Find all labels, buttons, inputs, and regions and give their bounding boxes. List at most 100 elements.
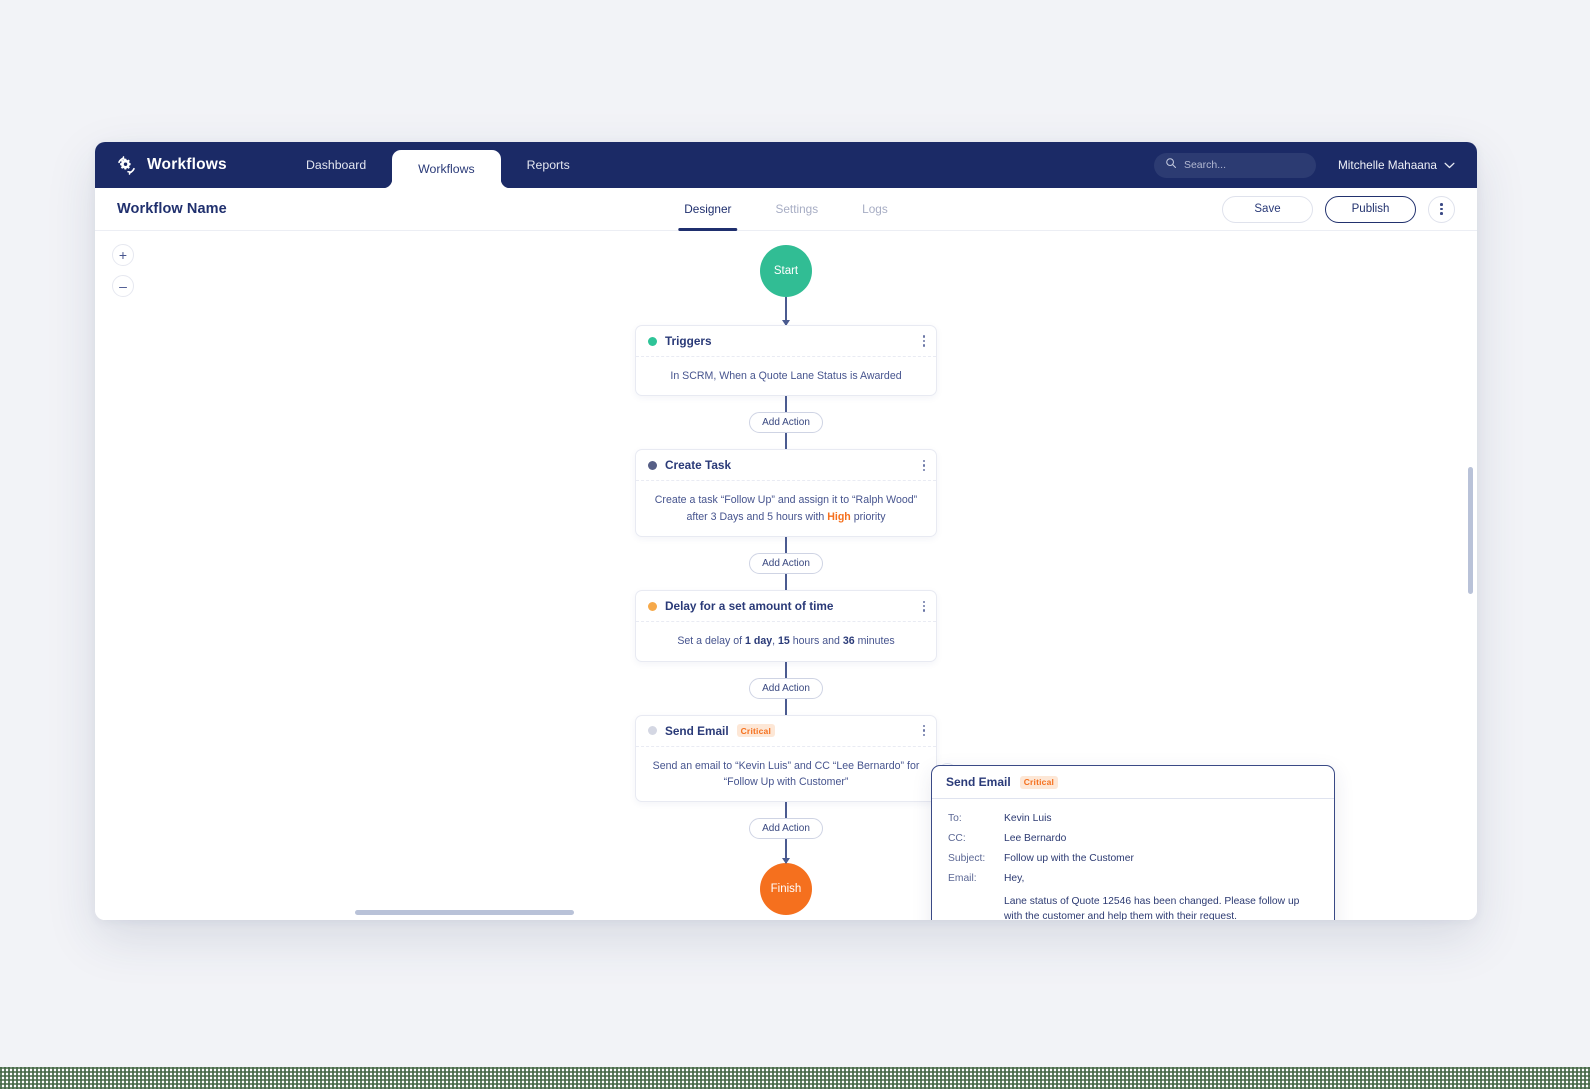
detail-value-cc: Lee Bernardo — [1004, 832, 1067, 844]
page-title: Workflow Name — [117, 201, 227, 217]
node-card-create-task[interactable]: Create Task Create a task “Follow Up” an… — [635, 449, 937, 538]
add-action-button-2[interactable]: Add Action — [749, 553, 823, 575]
connector-delay-to-add-3 — [785, 661, 787, 678]
save-button[interactable]: Save — [1222, 195, 1313, 223]
nav-tab-dashboard[interactable]: Dashboard — [280, 142, 392, 188]
card-body-send-email: Send an email to “Kevin Luis” and CC “Le… — [636, 747, 936, 802]
create-task-priority: High — [827, 510, 851, 523]
tab-settings[interactable]: Settings — [753, 188, 840, 231]
topbar-right: Mitchelle Mahaana — [1153, 152, 1477, 178]
status-dot-create-task — [648, 460, 657, 470]
delay-minutes: 36 — [842, 635, 855, 648]
toolbar-overflow-button[interactable] — [1428, 195, 1455, 223]
finish-node[interactable]: Finish — [760, 863, 812, 916]
delay-hours: 15 — [778, 635, 790, 648]
nav-tab-workflows[interactable]: Workflows — [392, 150, 501, 188]
connector-triggers-to-add-1 — [785, 396, 787, 413]
search-input[interactable] — [1183, 159, 1305, 171]
card-title-triggers: Triggers — [665, 334, 712, 348]
card-overflow-send-email[interactable] — [922, 725, 925, 737]
nav-tab-reports[interactable]: Reports — [501, 142, 596, 188]
top-navigation-bar: Workflows Dashboard Workflows Reports Se… — [95, 142, 1477, 188]
workflow-toolbar: Workflow Name Designer Settings Logs Sav… — [95, 188, 1477, 231]
add-action-button-3[interactable]: Add Action — [749, 677, 823, 699]
page-root: Workflows Dashboard Workflows Reports Se… — [0, 0, 1590, 1089]
card-header: Triggers — [636, 326, 936, 357]
card-title-create-task: Create Task — [665, 458, 732, 473]
vertical-kebab-icon — [1440, 202, 1443, 216]
status-dot-send-email — [648, 726, 657, 736]
user-menu[interactable]: Mitchelle Mahaana — [1338, 158, 1455, 172]
card-overflow-create-task[interactable] — [922, 459, 925, 471]
connector-add-1-to-create-task — [785, 433, 787, 450]
detail-row-subject: Subject: Follow up with the Customer — [948, 851, 1318, 867]
zoom-in-button[interactable]: + — [112, 244, 134, 266]
detail-popup-body: To: Kevin Luis CC: Lee Bernardo Subject:… — [932, 799, 1334, 920]
send-email-line-2: “Follow Up with Customer” — [723, 776, 849, 789]
detail-popup-title: Send Email — [946, 775, 1011, 789]
status-badge-critical: Critical — [736, 724, 776, 738]
delay-mid-2: hours and — [789, 635, 843, 648]
create-task-line-1: Create a task “Follow Up” and assign it … — [654, 494, 918, 507]
detail-label-to: To: — [948, 813, 962, 824]
connector-send-email-to-add-4 — [785, 802, 787, 819]
zoom-controls: + – — [112, 244, 134, 297]
workflow-flow: Start Triggers In SCRM, When a Quote Lan… — [635, 245, 957, 916]
detail-row-cc: CC: Lee Bernardo — [948, 831, 1318, 847]
tab-logs[interactable]: Logs — [840, 188, 910, 231]
start-node[interactable]: Start — [760, 245, 812, 297]
zoom-out-button[interactable]: – — [112, 275, 134, 297]
workflow-tabs: Designer Settings Logs — [662, 188, 909, 231]
search-box[interactable] — [1153, 152, 1316, 178]
add-action-button-1[interactable]: Add Action — [749, 412, 823, 434]
detail-email-paragraph: Lane status of Quote 12546 has been chan… — [1004, 895, 1300, 920]
search-icon — [1165, 156, 1177, 174]
detail-value-to: Kevin Luis — [1004, 813, 1052, 824]
status-dot-delay — [648, 601, 657, 611]
tab-designer[interactable]: Designer — [662, 188, 753, 231]
status-dot-triggers — [648, 336, 657, 346]
card-title-send-email: Send Email — [665, 723, 729, 738]
send-email-detail-popup[interactable]: Send Email Critical To: Kevin Luis CC: L… — [931, 765, 1335, 920]
send-email-line-1: Send an email to “Kevin Luis” and CC “Le… — [652, 759, 920, 772]
card-overflow-delay[interactable] — [922, 600, 925, 612]
detail-label-cc: CC: — [948, 832, 966, 844]
gear-refresh-icon — [115, 154, 138, 177]
connector-add-3-to-send-email — [785, 698, 787, 715]
detail-label-email: Email: — [948, 872, 977, 884]
card-header: Send Email Critical — [636, 716, 936, 747]
connector-add-2-to-delay — [785, 574, 787, 591]
user-name: Mitchelle Mahaana — [1337, 158, 1437, 172]
node-card-delay[interactable]: Delay for a set amount of time Set a del… — [635, 590, 937, 662]
detail-popup-header: Send Email Critical — [932, 766, 1334, 799]
detail-row-email: Email: Hey, — [948, 871, 1318, 887]
card-body-delay: Set a delay of 1 day, 15 hours and 36 mi… — [636, 622, 936, 660]
bottom-dither-band — [0, 1067, 1590, 1089]
detail-popup-badge: Critical — [1019, 775, 1059, 789]
detail-label-subject: Subject: — [948, 852, 986, 864]
delay-days: 1 day — [745, 635, 773, 648]
create-task-line-2-post: priority — [850, 510, 886, 523]
card-overflow-triggers[interactable] — [922, 335, 925, 347]
card-body-create-task: Create a task “Follow Up” and assign it … — [636, 481, 936, 536]
app-window: Workflows Dashboard Workflows Reports Se… — [95, 142, 1477, 920]
delay-post: minutes — [854, 635, 895, 648]
node-card-triggers[interactable]: Triggers In SCRM, When a Quote Lane Stat… — [635, 325, 937, 397]
connector-add-4-to-finish — [785, 839, 787, 864]
workflow-canvas[interactable]: + – Start Triggers In SCRM, When a Quote… — [95, 231, 1477, 920]
card-body-triggers: In SCRM, When a Quote Lane Status is Awa… — [670, 370, 902, 382]
toolbar-actions: Save Publish — [1222, 195, 1455, 223]
card-header: Delay for a set amount of time — [636, 591, 936, 623]
canvas-horizontal-scrollbar[interactable] — [355, 910, 574, 915]
add-action-button-4[interactable]: Add Action — [749, 818, 823, 840]
canvas-vertical-scrollbar[interactable] — [1468, 467, 1473, 594]
delay-pre: Set a delay of — [677, 635, 746, 648]
detail-value-email: Hey, — [1004, 872, 1025, 884]
brand: Workflows — [115, 154, 280, 177]
detail-row-to: To: Kevin Luis — [948, 811, 1318, 827]
brand-title: Workflows — [147, 156, 227, 173]
connector-create-task-to-add-2 — [785, 537, 787, 554]
node-card-send-email[interactable]: Send Email Critical Send an email to “Ke… — [635, 714, 957, 803]
publish-button[interactable]: Publish — [1325, 195, 1416, 223]
main-nav-tabs: Dashboard Workflows Reports — [280, 142, 596, 188]
